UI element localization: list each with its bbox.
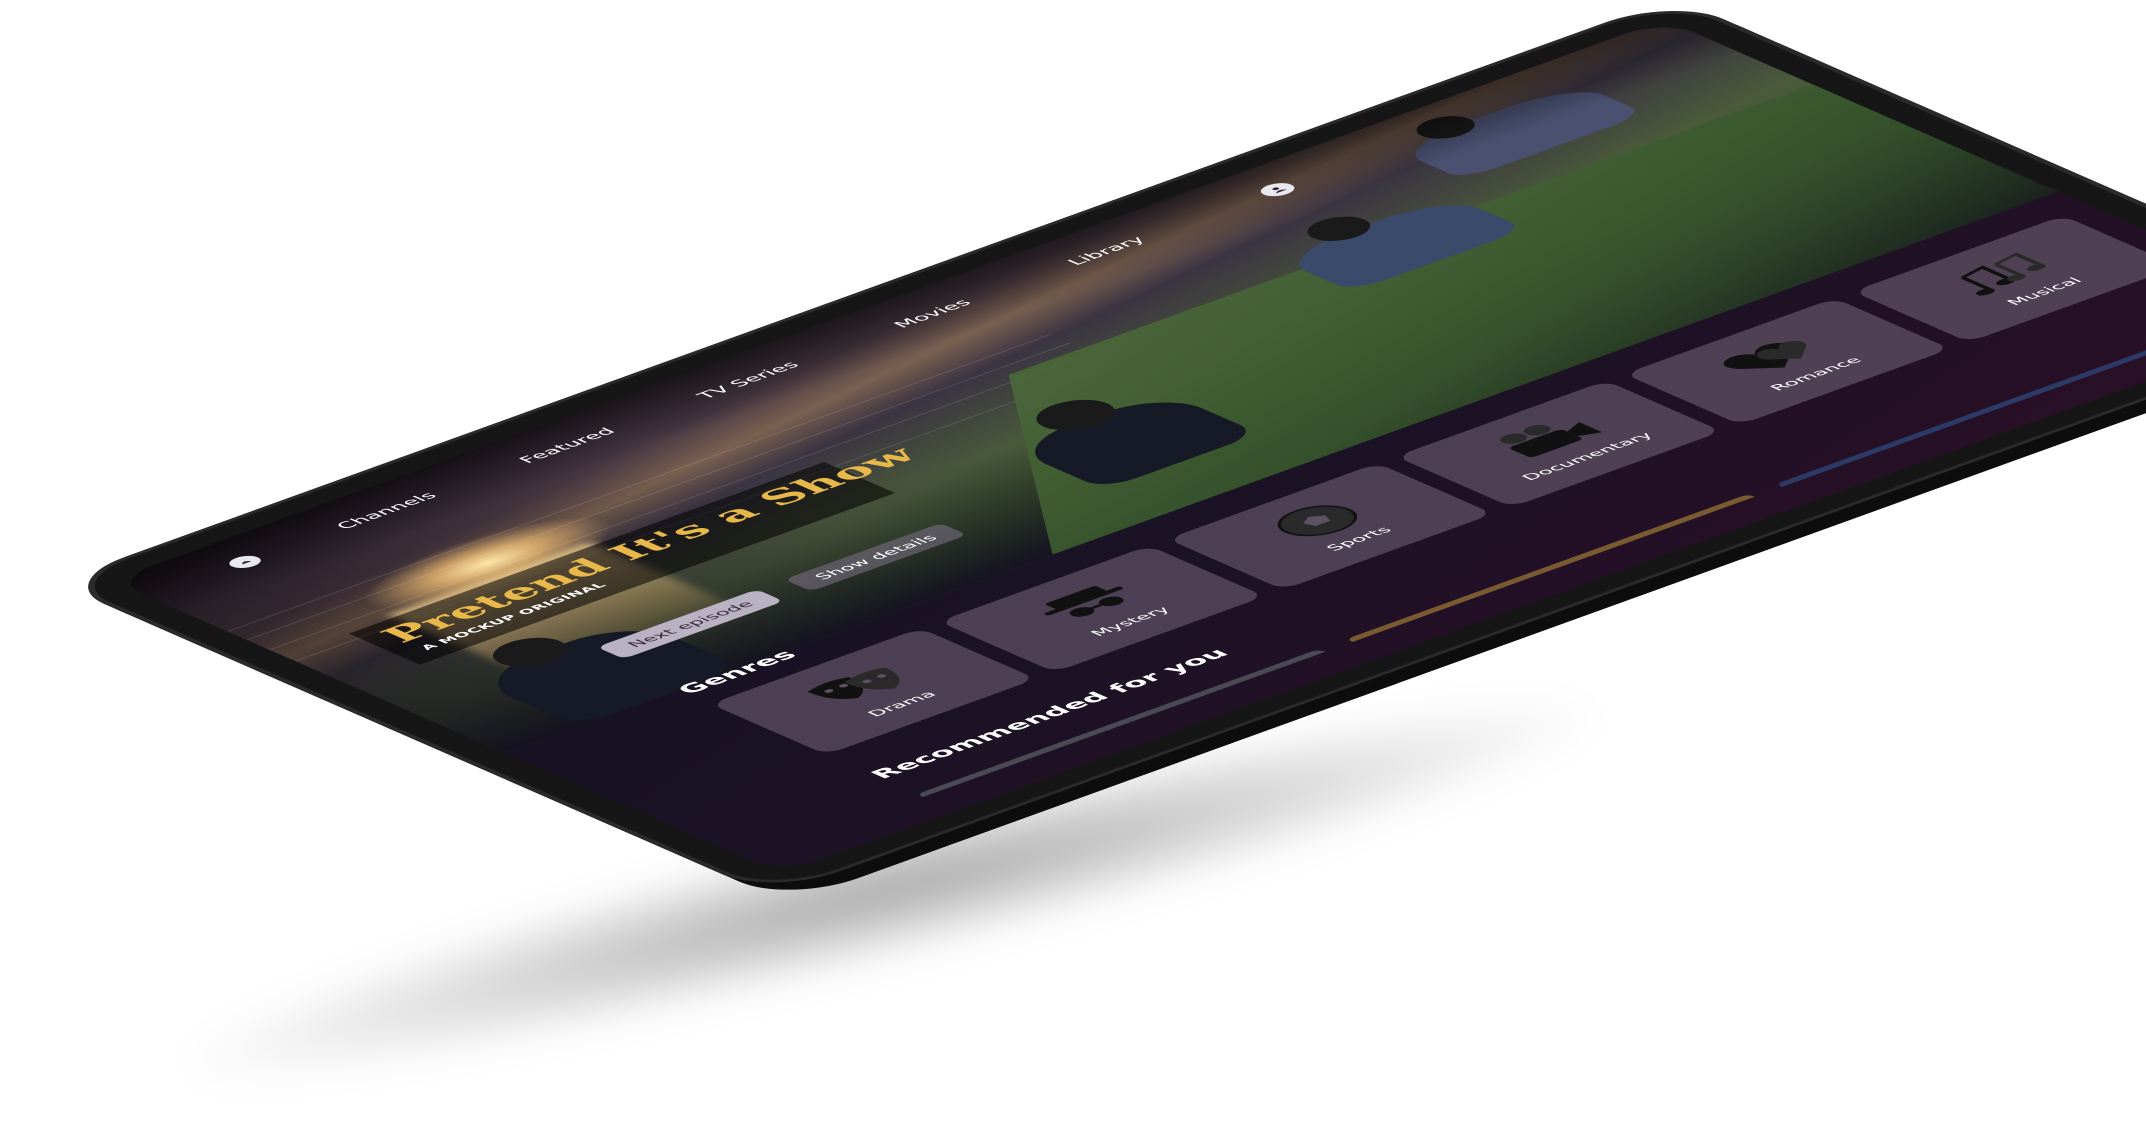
tablet-screen: Channels Featured TV Series Movies Libra… — [110, 19, 2146, 874]
user-icon[interactable] — [1254, 180, 1301, 199]
stage: Channels Featured TV Series Movies Libra… — [0, 0, 2146, 1139]
nav-channels[interactable]: Channels — [332, 491, 441, 532]
tablet-device: Channels Featured TV Series Movies Libra… — [64, 1, 2146, 946]
user-glyph — [1272, 187, 1287, 194]
logo-icon[interactable] — [223, 553, 267, 571]
nav-movies[interactable]: Movies — [890, 298, 976, 330]
nav-featured[interactable]: Featured — [515, 426, 620, 465]
nav-tv-series[interactable]: TV Series — [693, 360, 803, 401]
tablet-frame: Channels Featured TV Series Movies Libra… — [64, 1, 2146, 893]
logo-glyph — [242, 560, 252, 565]
nav-library[interactable]: Library — [1064, 235, 1150, 267]
